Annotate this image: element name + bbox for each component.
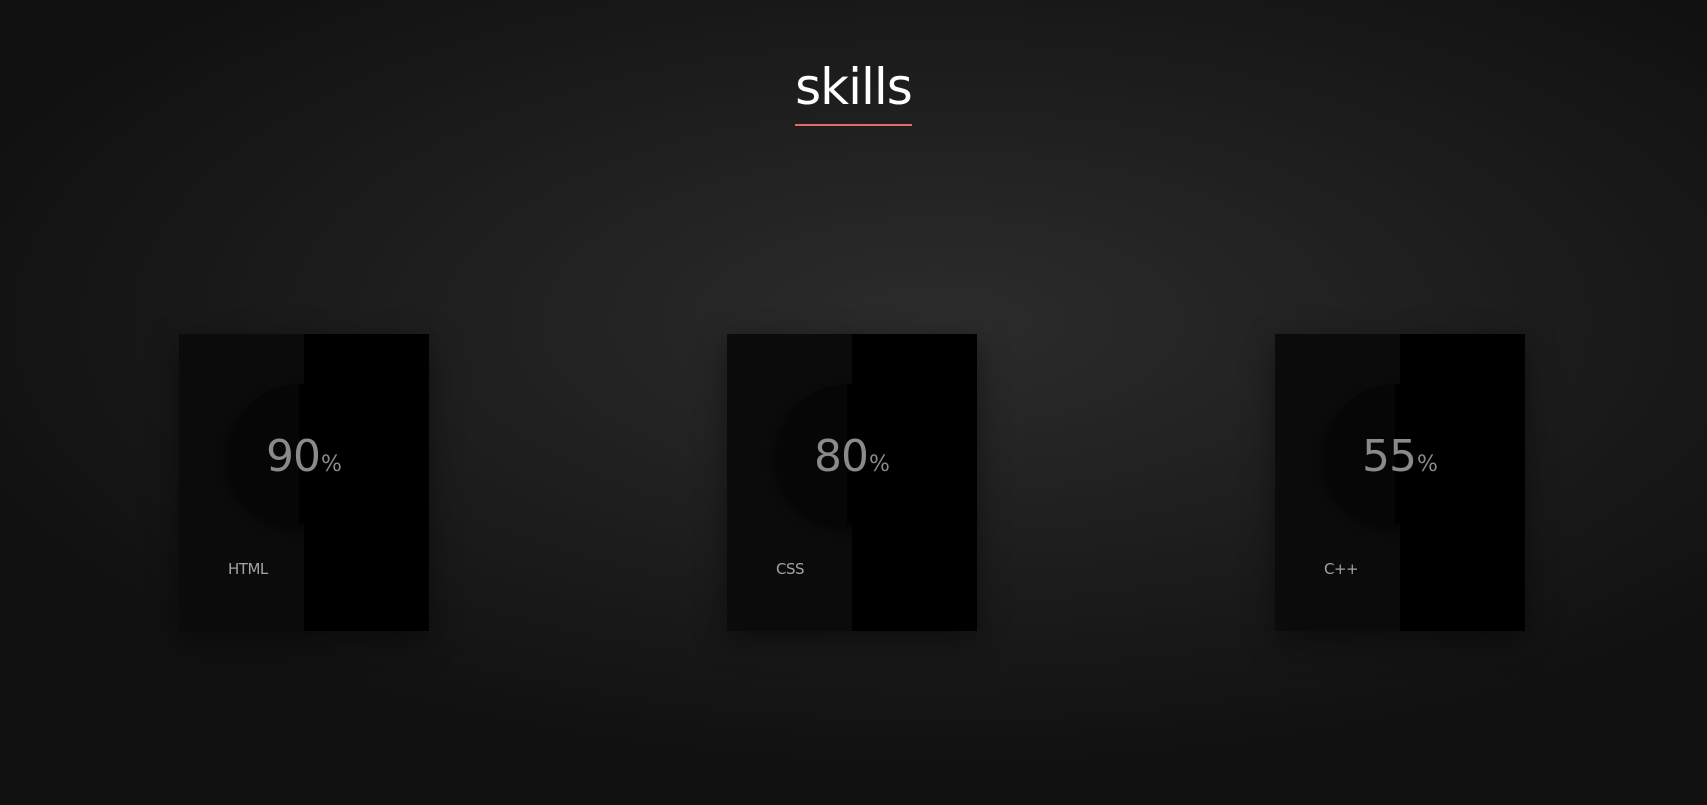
skill-name: CSS [776,560,805,578]
skill-percent-value: 80 [814,431,869,482]
skill-card-css: 80% CSS [727,334,977,631]
skill-percent: 55% [1275,432,1525,490]
title-wrapper: skills [0,56,1707,126]
skill-percent-unit: % [869,452,890,477]
skill-percent-unit: % [321,452,342,477]
skill-percent-value: 90 [266,431,321,482]
skills-grid: 90% HTML 80% CSS 55% C++ [0,334,1707,631]
skill-card-cpp: 55% C++ [1275,334,1525,631]
section-title: skills [795,56,913,126]
skill-name: HTML [228,560,268,578]
skill-percent-unit: % [1417,452,1438,477]
skill-percent-value: 55 [1362,431,1417,482]
skill-name: C++ [1324,560,1359,578]
skill-percent: 80% [727,432,977,490]
skill-percent: 90% [179,432,429,490]
skill-card-html: 90% HTML [179,334,429,631]
